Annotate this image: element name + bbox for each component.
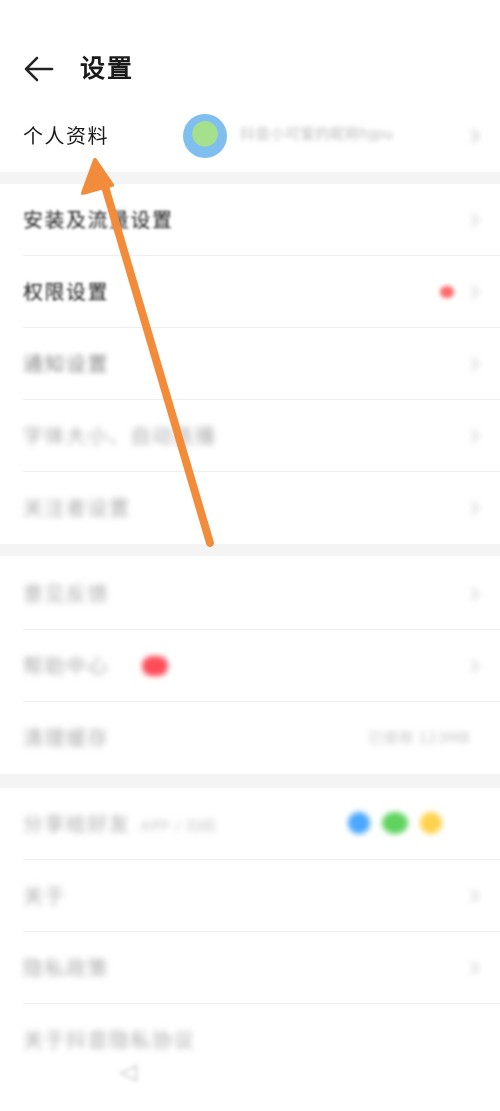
- section-gap: [0, 544, 500, 556]
- row-label: 意见反馈: [23, 582, 109, 606]
- row-label: 分享给好友: [23, 812, 131, 836]
- chevron-right-icon: [470, 888, 480, 904]
- settings-row-profile[interactable]: 个人资料 抖音小可爱的昵称hjpu: [0, 100, 500, 172]
- settings-row-notifications[interactable]: 通知设置: [0, 328, 500, 400]
- cache-size-value: 已使用 123MB: [368, 729, 470, 747]
- row-label: 通知设置: [23, 352, 109, 376]
- chevron-right-icon: [470, 212, 480, 228]
- row-label: 帮助中心: [23, 654, 109, 678]
- chevron-right-icon: [470, 586, 480, 602]
- settings-row-about[interactable]: 关于: [0, 860, 500, 932]
- settings-row-install-traffic[interactable]: 安装及流量设置: [0, 184, 500, 256]
- settings-row-permissions[interactable]: 权限设置: [0, 256, 500, 328]
- chevron-right-icon: [470, 428, 480, 444]
- chevron-right-icon: [470, 500, 480, 516]
- home-indicator-icon: ◁: [120, 1060, 137, 1085]
- avatar: [183, 114, 227, 158]
- page-title: 设置: [80, 54, 135, 83]
- chevron-right-icon: [470, 356, 480, 372]
- share-channel-icons: [348, 812, 458, 836]
- chevron-right-icon: [470, 658, 480, 674]
- wechat-icon: [382, 812, 408, 834]
- profile-label: 个人资料: [23, 124, 109, 148]
- section-gap: [0, 774, 500, 788]
- share-app-icon: [348, 812, 370, 834]
- red-dot-badge: [440, 286, 454, 298]
- settings-row-followers[interactable]: 关注者设置: [0, 472, 500, 544]
- profile-nickname: 抖音小可爱的昵称hjpu: [240, 125, 393, 143]
- settings-row-help[interactable]: 帮助中心: [0, 630, 500, 702]
- new-badge: [142, 656, 168, 676]
- share-suffix: APP / 扫码: [140, 819, 217, 835]
- settings-row-share[interactable]: 分享给好友 APP / 扫码: [0, 788, 500, 860]
- settings-row-privacy-agreement[interactable]: 关于抖音隐私协议: [0, 1004, 500, 1076]
- chevron-right-icon: [470, 960, 480, 976]
- settings-row-clear-cache[interactable]: 清理缓存 已使用 123MB: [0, 702, 500, 774]
- settings-row-privacy[interactable]: 隐私政策: [0, 932, 500, 1004]
- row-label: 关于: [23, 884, 66, 908]
- section-gap: [0, 172, 500, 184]
- moments-icon: [420, 812, 442, 834]
- app-header: 设置: [0, 40, 500, 100]
- row-label: 权限设置: [23, 280, 109, 304]
- chevron-right-icon: [470, 284, 480, 300]
- row-label-wrap: 分享给好友 APP / 扫码: [23, 788, 217, 860]
- settings-row-font-autoplay[interactable]: 字体大小、自动连播: [0, 400, 500, 472]
- status-bar: [0, 0, 500, 40]
- arrow-left-icon: [24, 56, 54, 82]
- row-label: 清理缓存: [23, 726, 109, 750]
- row-label: 关注者设置: [23, 496, 131, 520]
- settings-row-feedback[interactable]: 意见反馈: [0, 558, 500, 630]
- row-label: 隐私政策: [23, 956, 109, 980]
- row-label: 字体大小、自动连播: [23, 424, 217, 448]
- back-button[interactable]: [22, 52, 56, 86]
- row-label: 安装及流量设置: [23, 208, 174, 232]
- chevron-right-icon: [470, 128, 480, 144]
